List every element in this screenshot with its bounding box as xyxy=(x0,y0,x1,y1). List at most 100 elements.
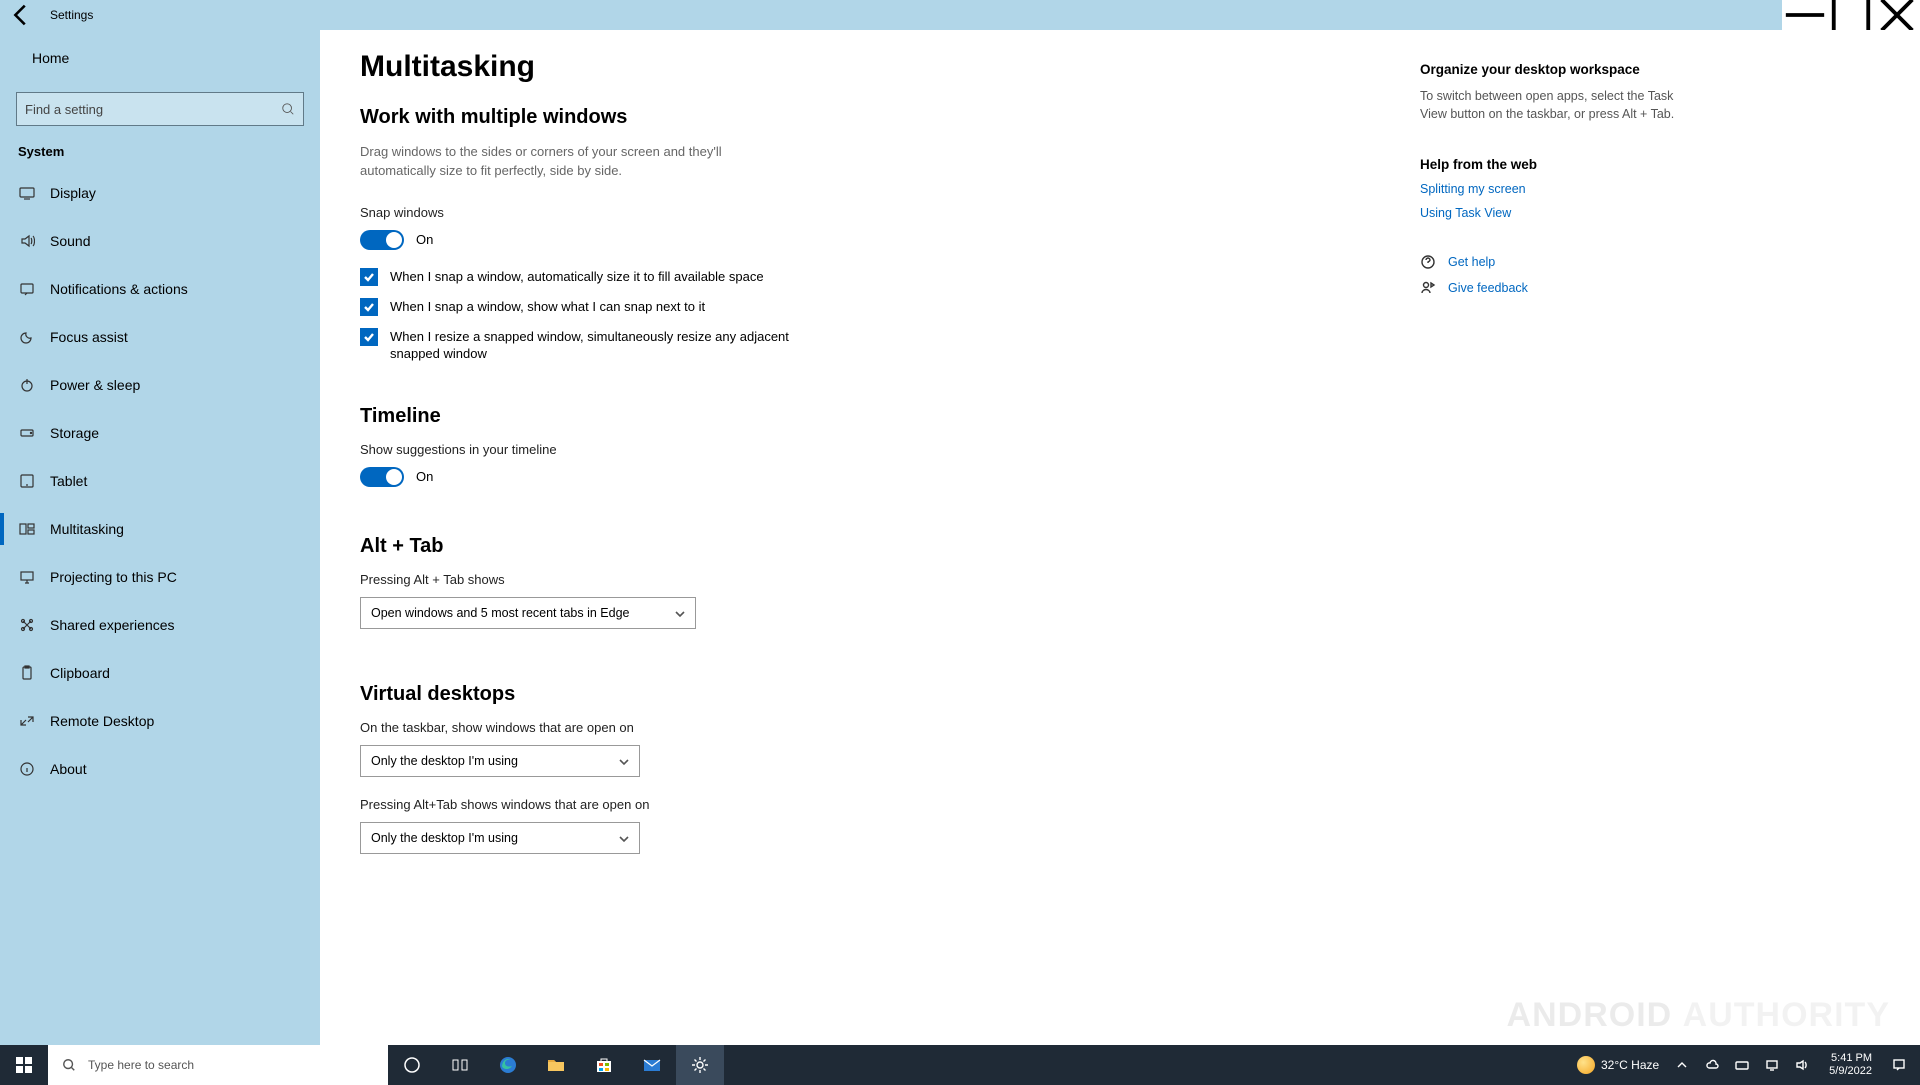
clock-time: 5:41 PM xyxy=(1829,1052,1872,1065)
gear-icon xyxy=(690,1055,710,1075)
tray-overflow[interactable] xyxy=(1671,1045,1693,1085)
system-tray: 32°C Haze 5:41 PM 5/9/2022 xyxy=(1573,1045,1920,1085)
alttab-dropdown[interactable]: Open windows and 5 most recent tabs in E… xyxy=(360,597,696,629)
tray-network[interactable] xyxy=(1761,1045,1783,1085)
about-icon xyxy=(18,760,36,778)
link-task-view[interactable]: Using Task View xyxy=(1420,206,1680,220)
nav-multitasking[interactable]: Multitasking xyxy=(0,505,320,553)
section-timeline: Timeline xyxy=(360,405,1360,428)
nav-label: Multitasking xyxy=(50,521,124,537)
tray-clock[interactable]: 5:41 PM 5/9/2022 xyxy=(1821,1052,1880,1077)
snap-option-auto-size[interactable]: When I snap a window, automatically size… xyxy=(360,268,820,286)
checkbox-checked-icon xyxy=(360,328,378,346)
nav-sound[interactable]: Sound xyxy=(0,217,320,265)
snap-windows-toggle[interactable] xyxy=(360,230,404,250)
taskbar-mail[interactable] xyxy=(628,1045,676,1085)
tray-volume[interactable] xyxy=(1791,1045,1813,1085)
dropdown-value: Only the desktop I'm using xyxy=(371,831,518,845)
tray-input-indicator[interactable] xyxy=(1731,1045,1753,1085)
nav-display[interactable]: Display xyxy=(0,169,320,217)
timeline-state: On xyxy=(416,469,433,484)
get-help-link[interactable]: Get help xyxy=(1420,254,1680,270)
timeline-toggle[interactable] xyxy=(360,467,404,487)
notifications-icon xyxy=(18,280,36,298)
nav-label: Sound xyxy=(50,233,90,249)
nav-projecting[interactable]: Projecting to this PC xyxy=(0,553,320,601)
tray-action-center[interactable] xyxy=(1888,1045,1910,1085)
nav-tablet[interactable]: Tablet xyxy=(0,457,320,505)
nav-label: Notifications & actions xyxy=(50,281,188,297)
snap-option-show-next[interactable]: When I snap a window, show what I can sn… xyxy=(360,298,820,316)
page-title: Multitasking xyxy=(360,50,1360,84)
vd-alttab-label: Pressing Alt+Tab shows windows that are … xyxy=(360,797,1360,812)
tray-weather[interactable]: 32°C Haze xyxy=(1573,1045,1663,1085)
snap-option-resize-adjacent[interactable]: When I resize a snapped window, simultan… xyxy=(360,328,820,363)
chevron-up-icon xyxy=(1675,1058,1689,1072)
cloud-icon xyxy=(1705,1058,1719,1072)
multitasking-icon xyxy=(18,520,36,538)
titlebar: Settings xyxy=(0,0,1920,30)
nav-label: Shared experiences xyxy=(50,617,175,633)
nav-focus-assist[interactable]: Focus assist xyxy=(0,313,320,361)
close-button[interactable] xyxy=(1874,0,1920,30)
taskbar-explorer[interactable] xyxy=(532,1045,580,1085)
home-nav[interactable]: Home xyxy=(0,38,320,78)
vd-alttab-dropdown[interactable]: Only the desktop I'm using xyxy=(360,822,640,854)
check-label: When I snap a window, show what I can sn… xyxy=(390,298,705,316)
volume-icon xyxy=(1795,1058,1809,1072)
chevron-down-icon xyxy=(675,608,685,618)
section-alt-tab: Alt + Tab xyxy=(360,535,1360,558)
nav-label: Display xyxy=(50,185,96,201)
content-area: Multitasking Work with multiple windows … xyxy=(320,30,1920,1045)
keyboard-icon xyxy=(1735,1058,1749,1072)
side-text-organize: To switch between open apps, select the … xyxy=(1420,87,1680,123)
start-button[interactable] xyxy=(0,1045,48,1085)
power-icon xyxy=(18,376,36,394)
taskbar-cortana[interactable] xyxy=(388,1045,436,1085)
minimize-button[interactable] xyxy=(1782,0,1828,30)
nav-notifications[interactable]: Notifications & actions xyxy=(0,265,320,313)
sidebar: Home System Display Sound Notifications … xyxy=(0,30,320,1045)
network-icon xyxy=(1765,1058,1779,1072)
taskbar-store[interactable] xyxy=(580,1045,628,1085)
give-feedback-link[interactable]: Give feedback xyxy=(1420,280,1680,296)
vd-taskbar-dropdown[interactable]: Only the desktop I'm using xyxy=(360,745,640,777)
timeline-label: Show suggestions in your timeline xyxy=(360,442,1360,457)
taskbar-search[interactable]: Type here to search xyxy=(48,1045,388,1085)
dropdown-value: Open windows and 5 most recent tabs in E… xyxy=(371,606,629,620)
help-icon xyxy=(1420,254,1436,270)
taskbar-settings[interactable] xyxy=(676,1045,724,1085)
nav-label: About xyxy=(50,761,87,777)
settings-search[interactable] xyxy=(16,92,304,126)
side-heading-organize: Organize your desktop workspace xyxy=(1420,62,1680,77)
action-label: Get help xyxy=(1448,255,1495,269)
nav-label: Storage xyxy=(50,425,99,441)
back-button[interactable] xyxy=(6,0,36,30)
focus-assist-icon xyxy=(18,328,36,346)
nav-power-sleep[interactable]: Power & sleep xyxy=(0,361,320,409)
taskbar: Type here to search 32°C Haze 5:41 PM 5/… xyxy=(0,1045,1920,1085)
snap-windows-state: On xyxy=(416,232,433,247)
link-splitting-screen[interactable]: Splitting my screen xyxy=(1420,182,1680,196)
tray-onedrive[interactable] xyxy=(1701,1045,1723,1085)
section-work-with-windows: Work with multiple windows xyxy=(360,106,1360,129)
nav-storage[interactable]: Storage xyxy=(0,409,320,457)
clipboard-icon xyxy=(18,664,36,682)
nav-label: Projecting to this PC xyxy=(50,569,177,585)
arrow-left-icon xyxy=(6,0,36,30)
nav-remote-desktop[interactable]: Remote Desktop xyxy=(0,697,320,745)
taskbar-task-view[interactable] xyxy=(436,1045,484,1085)
nav-about[interactable]: About xyxy=(0,745,320,793)
window-title: Settings xyxy=(50,8,93,22)
nav-shared-experiences[interactable]: Shared experiences xyxy=(0,601,320,649)
action-label: Give feedback xyxy=(1448,281,1528,295)
search-input[interactable] xyxy=(25,102,281,117)
nav-clipboard[interactable]: Clipboard xyxy=(0,649,320,697)
maximize-button[interactable] xyxy=(1828,0,1874,30)
weather-icon xyxy=(1577,1056,1595,1074)
search-placeholder: Type here to search xyxy=(88,1058,194,1072)
cortana-icon xyxy=(402,1055,422,1075)
taskbar-edge[interactable] xyxy=(484,1045,532,1085)
nav-label: Power & sleep xyxy=(50,377,140,393)
home-label: Home xyxy=(32,50,69,66)
